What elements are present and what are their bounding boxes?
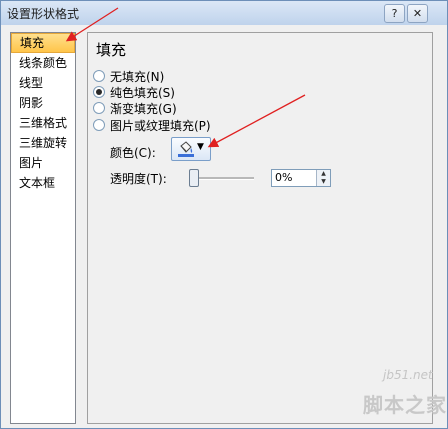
transparency-spinner[interactable]: 0% ▲ ▼ <box>271 169 331 187</box>
watermark-name: 脚本之家 <box>363 393 447 417</box>
panel-heading: 填充 <box>96 41 127 59</box>
title-bar[interactable]: 设置形状格式 ? ✕ <box>1 1 447 25</box>
watermark-site: jb51.net <box>383 368 433 382</box>
spinner-buttons[interactable]: ▲ ▼ <box>316 170 330 186</box>
fill-panel: 填充 无填充(N) 纯色填充(S) 渐变填充(G) 图片或纹理填充(P) 颜色(… <box>87 32 433 424</box>
category-item-line-style[interactable]: 线型 <box>11 73 75 93</box>
transparency-slider-track[interactable] <box>192 177 254 180</box>
category-item-3d-rotation[interactable]: 三维旋转 <box>11 133 75 153</box>
paint-bucket-icon <box>177 141 195 160</box>
window-title: 设置形状格式 <box>7 7 80 21</box>
solid-fill-radio[interactable] <box>93 86 105 98</box>
gradient-fill-label: 渐变填充(G) <box>110 102 177 116</box>
transparency-value[interactable]: 0% <box>275 171 292 184</box>
category-item-fill[interactable]: 填充 <box>11 33 75 53</box>
category-item-line-color[interactable]: 线条颜色 <box>11 53 75 73</box>
help-button[interactable]: ? <box>384 4 405 23</box>
category-item-text-box[interactable]: 文本框 <box>11 173 75 193</box>
no-fill-radio[interactable] <box>93 70 105 82</box>
category-item-3d-format[interactable]: 三维格式 <box>11 113 75 133</box>
format-shape-dialog: 设置形状格式 ? ✕ 填充 线条颜色 线型 阴影 三维格式 三维旋转 图片 文本… <box>0 0 448 429</box>
picture-fill-label: 图片或纹理填充(P) <box>110 119 211 133</box>
transparency-slider-thumb[interactable] <box>189 169 199 187</box>
category-list: 填充 线条颜色 线型 阴影 三维格式 三维旋转 图片 文本框 <box>10 32 76 424</box>
transparency-label: 透明度(T): <box>110 172 167 186</box>
solid-fill-label: 纯色填充(S) <box>110 86 175 100</box>
spin-down-icon[interactable]: ▼ <box>317 178 330 186</box>
picture-fill-radio[interactable] <box>93 119 105 131</box>
chevron-down-icon: ▼ <box>197 142 204 152</box>
close-button[interactable]: ✕ <box>407 4 428 23</box>
gradient-fill-radio[interactable] <box>93 102 105 114</box>
category-item-shadow[interactable]: 阴影 <box>11 93 75 113</box>
color-picker-button[interactable]: ▼ <box>171 137 211 161</box>
color-label: 颜色(C): <box>110 146 156 160</box>
category-item-picture[interactable]: 图片 <box>11 153 75 173</box>
no-fill-label: 无填充(N) <box>110 70 165 84</box>
spin-up-icon[interactable]: ▲ <box>317 170 330 178</box>
